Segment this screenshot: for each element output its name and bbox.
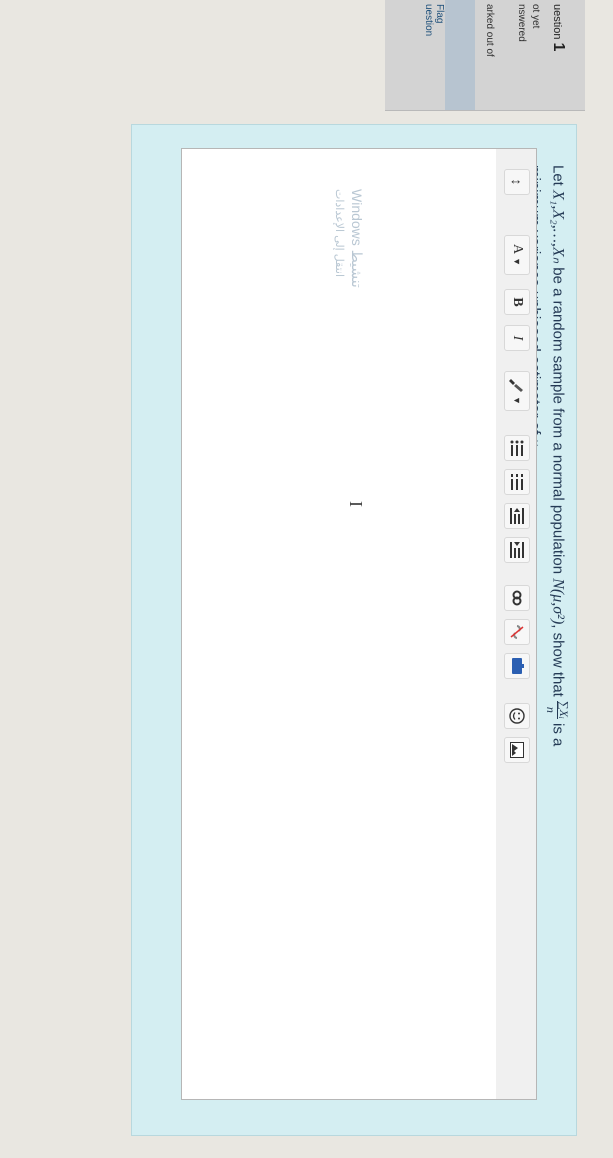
flag-line-1: Flag xyxy=(434,4,445,24)
bold-button[interactable]: B xyxy=(504,289,530,315)
windows-activation-watermark: Windows تنشيط انتقل إلى الإعدادات xyxy=(330,189,366,309)
italic-button[interactable]: I xyxy=(504,325,530,351)
variables-math: X₁,X₂,…,Xₙ xyxy=(549,190,567,264)
answer-textarea[interactable]: I Windows تنشيط انتقل إلى الإعدادات xyxy=(182,149,496,1099)
outdent-icon xyxy=(510,508,524,524)
flag-question-link[interactable]: Flag uestion xyxy=(423,4,445,36)
paint-brush-button[interactable]: ▼ xyxy=(504,371,530,411)
paint-brush-icon xyxy=(509,379,523,393)
indent-button[interactable] xyxy=(504,537,530,563)
question-label: uestion1 xyxy=(550,4,567,52)
insert-link-button[interactable] xyxy=(504,585,530,611)
numbered-list-icon xyxy=(511,474,523,490)
unlink-icon xyxy=(510,625,524,639)
media-icon xyxy=(512,658,524,674)
insert-image-button[interactable] xyxy=(504,737,530,763)
status-line-2: nswered xyxy=(516,4,527,42)
question-line-1: Let X₁,X₂,…,Xₙ be a random sample from a… xyxy=(544,165,571,747)
question-info-highlight xyxy=(445,0,475,110)
watermark-line-2: انتقل إلى الإعدادات xyxy=(333,189,345,278)
outdent-button[interactable] xyxy=(504,503,530,529)
editor-toolbar: ↕ A ▼ B I ▼ xyxy=(495,149,536,1099)
insert-media-button[interactable] xyxy=(504,653,530,679)
bullet-list-icon xyxy=(510,440,524,456)
flag-line-2: uestion xyxy=(423,4,434,37)
answer-editor: ↕ A ▼ B I ▼ I Windows تنشيط انتقل إلى ال… xyxy=(181,148,537,1100)
screen: uestion1 ot yet nswered arked out of Fla… xyxy=(0,0,613,1158)
numbered-list-button[interactable] xyxy=(504,469,530,495)
unlink-button[interactable] xyxy=(504,619,530,645)
watermark-line-1: Windows تنشيط xyxy=(349,189,365,288)
smiley-icon xyxy=(509,708,525,724)
status-line-1: ot yet xyxy=(530,4,541,29)
question-number: 1 xyxy=(550,42,567,52)
fraction-math: ∑Xᵢ n xyxy=(544,701,571,719)
toolbar-toggle-button[interactable]: ↕ xyxy=(504,169,530,195)
bullet-list-button[interactable] xyxy=(504,435,530,461)
link-icon xyxy=(512,590,522,606)
chevron-down-icon: ▼ xyxy=(512,257,522,267)
emoji-button[interactable] xyxy=(504,703,530,729)
image-icon xyxy=(510,742,524,758)
font-color-button[interactable]: A ▼ xyxy=(504,235,530,275)
marks-line: arked out of xyxy=(484,4,495,57)
text-cursor-icon: I xyxy=(346,501,366,507)
indent-icon xyxy=(510,542,524,558)
distribution-math: N(μ,σ²) xyxy=(549,578,567,625)
question-info-panel: uestion1 ot yet nswered arked out of Fla… xyxy=(385,0,585,111)
chevron-down-icon: ▼ xyxy=(512,396,522,405)
